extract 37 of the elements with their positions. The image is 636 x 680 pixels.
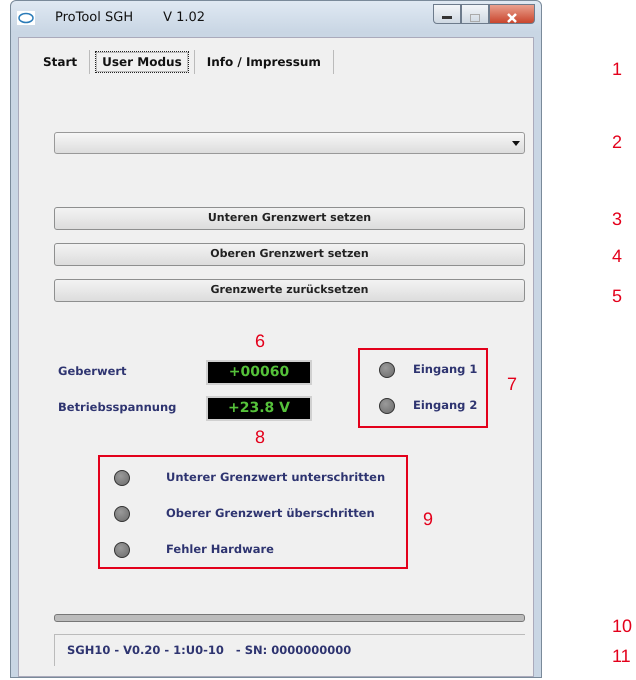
minimize-icon bbox=[442, 16, 452, 20]
action-button[interactable]: Unteren Grenzwert setzen bbox=[54, 207, 525, 230]
alarm-label: Unterer Grenzwert unterschritten bbox=[166, 469, 386, 486]
field-label: Betriebsspannung bbox=[58, 399, 178, 416]
caret-icon bbox=[512, 140, 520, 146]
tab[interactable]: Start bbox=[37, 52, 84, 72]
callout-number: 11 bbox=[612, 647, 631, 665]
callout-number: 7 bbox=[507, 375, 518, 393]
input-label: Eingang 1 bbox=[413, 361, 478, 378]
value-display: +00060 bbox=[206, 360, 312, 384]
minimize-button[interactable] bbox=[433, 4, 461, 24]
action-button[interactable]: Grenzwerte zurücksetzen bbox=[54, 279, 525, 302]
version-label: V 1.02 bbox=[163, 9, 206, 28]
callout-number: 9 bbox=[423, 510, 434, 528]
alarm-label: Fehler Hardware bbox=[166, 541, 274, 558]
callout-number: 2 bbox=[612, 133, 622, 151]
callout-number: 6 bbox=[255, 332, 266, 350]
callout-number: 5 bbox=[612, 287, 622, 305]
callout-number: 4 bbox=[612, 247, 622, 265]
tab[interactable]: User Modus bbox=[96, 52, 188, 72]
value-display: +23.8 V bbox=[206, 396, 312, 420]
maximize-icon bbox=[470, 14, 480, 22]
alarm-label: Oberer Grenzwert überschritten bbox=[166, 505, 375, 522]
status-bar: SGH10 - V0.20 - 1:U0-10 - SN: 0000000000 bbox=[54, 634, 525, 666]
dropdown[interactable] bbox=[54, 132, 525, 154]
callout-number: 1 bbox=[612, 60, 622, 78]
action-button[interactable]: Oberen Grenzwert setzen bbox=[54, 243, 525, 266]
callout-number: 10 bbox=[612, 617, 632, 635]
close-icon bbox=[507, 12, 517, 23]
field-label: Geberwert bbox=[58, 363, 128, 380]
close-button[interactable] bbox=[489, 4, 535, 24]
window-title: ProTool SGH bbox=[55, 9, 134, 28]
logo-icon bbox=[17, 11, 35, 25]
callout-number: 3 bbox=[612, 210, 622, 228]
tab[interactable]: Info / Impressum bbox=[200, 52, 327, 72]
input-label: Eingang 2 bbox=[413, 397, 478, 414]
callout-number: 8 bbox=[255, 428, 266, 446]
